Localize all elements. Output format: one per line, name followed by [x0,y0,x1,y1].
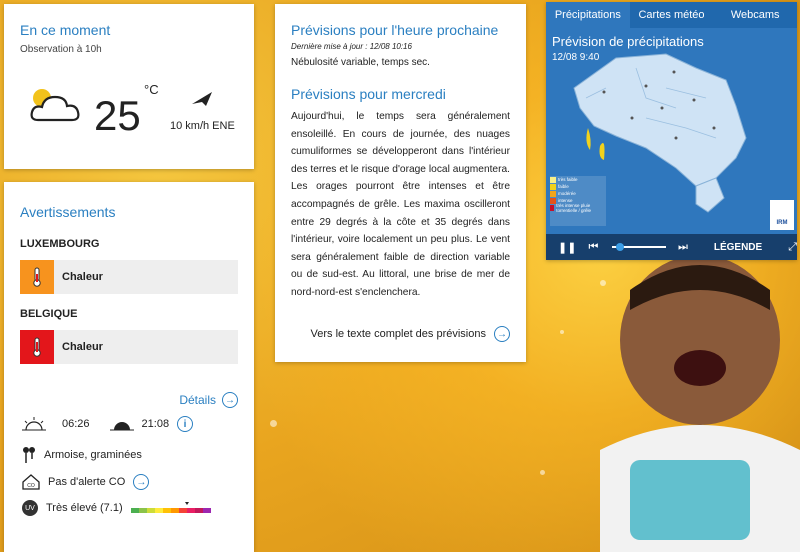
warnings-card: Avertissements LUXEMBOURG Chaleur BELGIQ… [4,182,254,552]
background-photo-figure [600,255,800,552]
day-forecast-title: Prévisions pour mercredi [291,86,446,102]
sunset-icon [109,422,134,431]
region-belgique: BELGIQUE [20,308,78,320]
current-temperature: 25 [94,92,141,139]
fullscreen-icon[interactable]: ⤢ [788,241,797,254]
precipitation-map-widget: Précipitations Cartes météo Webcams Prév… [546,2,797,260]
legend-item: faible [550,183,606,190]
wind-speed: 10 km/h ENE [170,120,235,132]
current-conditions-card: En ce moment Observation à 10h 25 °C 10 … [4,4,254,169]
arrow-right-icon[interactable]: → [133,474,150,490]
arrow-right-icon: → [222,392,238,408]
day-forecast-text: Aujourd'hui, le temps sera généralement … [291,111,510,298]
legend-item: modérée [550,190,606,197]
svg-text:CO: CO [27,483,35,489]
arrow-right-icon: → [494,326,510,342]
uv-row: UV Très élevé (7.1) [22,500,213,516]
full-forecast-link[interactable]: Vers le texte complet des prévisions → [311,326,510,342]
irm-logo: IRM [770,200,794,230]
legend-item: très intense pluie torrentielle / grêle [550,203,606,213]
legend-button[interactable]: LÉGENDE [714,242,762,253]
details-label: Détails [179,393,216,407]
next-hour-title: Prévisions pour l'heure prochaine [291,22,499,38]
sunrise-time: 06:26 [62,418,90,430]
pollen-icon [23,447,35,463]
uv-text: Très élevé (7.1) [46,502,123,514]
full-forecast-label: Vers le texte complet des prévisions [310,328,486,340]
pollen-text: Armoise, graminées [44,449,142,461]
sun-times-row: 06:26 21:08 i [22,416,194,432]
warning-row-belgique[interactable]: Chaleur [20,330,238,364]
forecast-card: Prévisions pour l'heure prochaine Derniè… [275,4,526,362]
map-tabs: Précipitations Cartes météo Webcams [546,2,797,28]
pollen-row: Armoise, graminées [22,446,142,464]
co-text: Pas d'alerte CO [48,476,126,488]
sunrise-icon [22,417,46,431]
warning-label: Chaleur [62,341,103,353]
pause-icon[interactable]: ❚❚ [558,241,576,254]
map-title: Prévision de précipitations [552,34,704,49]
map-time: 12/08 9:40 [552,52,600,63]
current-conditions-title: En ce moment [20,22,111,38]
skip-forward-icon[interactable]: ⏭ [678,241,688,254]
legend-item: très faible [550,176,606,183]
timeline-slider[interactable] [612,243,666,251]
warnings-title: Avertissements [20,204,116,220]
wind-direction-icon [192,92,212,106]
uv-badge: UV [22,500,38,516]
observation-time: Observation à 10h [20,44,102,55]
timeline-knob[interactable] [616,243,625,251]
uv-scale-bar [130,502,211,513]
co-row: CO Pas d'alerte CO → [22,474,150,490]
background-bokeh [270,420,277,427]
last-update: Dernière mise à jour : 12/08 10:16 [291,42,412,51]
partly-cloudy-icon [30,89,80,122]
next-hour-forecast: Nébulosité variable, temps sec. [291,57,430,68]
warning-row-luxembourg[interactable]: Chaleur [20,260,238,294]
thermometer-icon [20,260,54,294]
tab-weather-maps[interactable]: Cartes météo [630,2,714,28]
details-link[interactable]: Détails → [179,392,238,408]
skip-back-icon[interactable]: ⏮ [588,241,598,254]
temperature-unit: °C [144,82,159,97]
tab-precipitations[interactable]: Précipitations [546,2,630,28]
map-legend: très faible faible modérée intense très … [550,176,606,226]
map-controls: ❚❚ ⏮ ⏭ LÉGENDE ⤢ [546,234,797,260]
thermometer-icon [20,330,54,364]
region-luxembourg: LUXEMBOURG [20,238,100,250]
sunset-time: 21:08 [141,418,170,430]
tab-webcams[interactable]: Webcams [713,2,797,28]
background-bokeh [540,470,545,475]
info-icon[interactable]: i [177,416,194,432]
house-co-icon: CO [22,474,40,490]
warning-label: Chaleur [62,271,103,283]
